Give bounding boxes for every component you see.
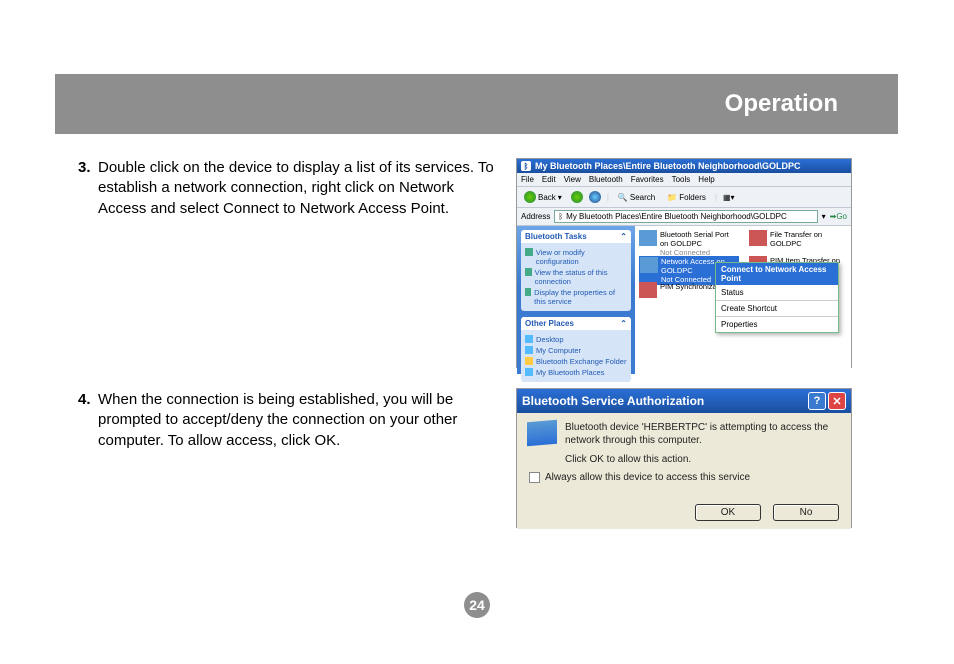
checkbox-label: Always allow this device to access this … — [545, 472, 750, 483]
collapse-icon: ⌃ — [620, 232, 627, 241]
search-icon: 🔍 — [618, 193, 628, 202]
ctx-status[interactable]: Status — [716, 285, 838, 300]
ok-button[interactable]: OK — [695, 504, 761, 521]
place-link[interactable]: My Computer — [525, 346, 627, 355]
laptop-icon — [527, 420, 557, 447]
address-label: Address — [521, 212, 550, 221]
context-menu: Connect to Network Access Point Status C… — [715, 262, 839, 333]
back-label: Back — [538, 193, 556, 202]
serial-icon — [639, 230, 657, 246]
other-places-heading[interactable]: Other Places ⌃ — [521, 317, 631, 330]
search-label: Search — [630, 193, 655, 202]
step-4: 4. When the connection is being establis… — [78, 390, 498, 451]
search-button[interactable]: 🔍 Search — [615, 192, 658, 203]
window-titlebar: ᛒ My Bluetooth Places\Entire Bluetooth N… — [517, 159, 851, 173]
folders-icon: 📁 — [667, 193, 677, 202]
toolbar: Back ▾ | 🔍 Search 📁 Folders | ▦▾ — [517, 187, 851, 208]
window-title: My Bluetooth Places\Entire Bluetooth Nei… — [535, 161, 801, 171]
ctx-properties[interactable]: Properties — [716, 317, 838, 332]
page-number: 24 — [464, 592, 490, 618]
dropdown-icon: ▾ — [558, 193, 562, 202]
help-button[interactable]: ? — [808, 392, 826, 410]
back-button[interactable]: Back ▾ — [521, 190, 565, 204]
pim-sync-icon — [639, 282, 657, 298]
network-icon — [640, 257, 658, 273]
ctx-connect-nap[interactable]: Connect to Network Access Point — [716, 263, 838, 285]
page-header: Operation — [55, 74, 898, 134]
checkbox-icon — [529, 472, 540, 483]
menu-edit[interactable]: Edit — [542, 175, 556, 184]
window-body: Bluetooth Tasks ⌃ View or modify configu… — [517, 226, 851, 374]
menu-bluetooth[interactable]: Bluetooth — [589, 175, 623, 184]
step-3: 3. Double click on the device to display… — [78, 158, 498, 219]
ctx-create-shortcut[interactable]: Create Shortcut — [716, 301, 838, 316]
step-3-text: Double click on the device to display a … — [98, 158, 498, 219]
bluetooth-tasks-pane: Bluetooth Tasks ⌃ View or modify configu… — [521, 230, 631, 311]
step-3-number: 3. — [78, 158, 98, 178]
file-icon — [749, 230, 767, 246]
place-link[interactable]: Desktop — [525, 335, 627, 344]
always-allow-checkbox[interactable]: Always allow this device to access this … — [529, 472, 841, 483]
menu-tools[interactable]: Tools — [672, 175, 691, 184]
menu-help[interactable]: Help — [698, 175, 714, 184]
dialog-titlebar: Bluetooth Service Authorization ? ✕ — [517, 389, 851, 413]
menu-favorites[interactable]: Favorites — [631, 175, 664, 184]
service-serial-port[interactable]: Bluetooth Serial Port on GOLDPCNot Conne… — [639, 230, 739, 257]
dialog-body: Bluetooth device 'HERBERTPC' is attempti… — [517, 413, 851, 529]
dialog-message-2: Click OK to allow this action. — [565, 453, 841, 466]
service-file-transfer[interactable]: File Transfer on GOLDPC — [749, 230, 849, 248]
menu-file[interactable]: File — [521, 175, 534, 184]
content-area: Bluetooth Serial Port on GOLDPCNot Conne… — [635, 226, 851, 374]
dialog-buttons: OK No — [695, 504, 839, 521]
folders-button[interactable]: 📁 Folders — [664, 192, 709, 203]
address-bar: Address ᛒ My Bluetooth Places\Entire Blu… — [517, 208, 851, 226]
no-button[interactable]: No — [773, 504, 839, 521]
dialog-title: Bluetooth Service Authorization — [522, 394, 704, 408]
bluetooth-tasks-heading[interactable]: Bluetooth Tasks ⌃ — [521, 230, 631, 243]
screenshot-bluetooth-places: ᛒ My Bluetooth Places\Entire Bluetooth N… — [516, 158, 852, 368]
step-4-text: When the connection is being established… — [98, 390, 498, 451]
task-link[interactable]: View or modify configuration — [525, 248, 627, 266]
window-buttons: ? ✕ — [808, 392, 846, 410]
menu-bar: File Edit View Bluetooth Favorites Tools… — [517, 173, 851, 187]
address-dropdown-icon[interactable]: ▾ — [822, 212, 826, 221]
task-link[interactable]: Display the properties of this service — [525, 288, 627, 306]
page-title: Operation — [725, 90, 838, 118]
go-button[interactable]: ➡Go — [830, 212, 847, 221]
bluetooth-icon: ᛒ — [521, 161, 531, 171]
back-icon — [524, 191, 536, 203]
separator: | — [715, 193, 717, 202]
task-link[interactable]: View the status of this connection — [525, 268, 627, 286]
collapse-icon: ⌃ — [620, 319, 627, 328]
forward-button[interactable] — [571, 191, 583, 203]
other-places-pane: Other Places ⌃ Desktop My Computer Bluet… — [521, 317, 631, 382]
screenshot-auth-dialog: Bluetooth Service Authorization ? ✕ Blue… — [516, 388, 852, 528]
address-input[interactable]: ᛒ My Bluetooth Places\Entire Bluetooth N… — [554, 210, 817, 223]
dialog-message-1: Bluetooth device 'HERBERTPC' is attempti… — [565, 421, 841, 447]
address-value: My Bluetooth Places\Entire Bluetooth Nei… — [566, 212, 787, 221]
views-button[interactable]: ▦▾ — [723, 193, 735, 202]
side-panel: Bluetooth Tasks ⌃ View or modify configu… — [517, 226, 635, 374]
bluetooth-icon: ᛒ — [558, 212, 563, 221]
menu-view[interactable]: View — [564, 175, 581, 184]
separator: | — [607, 193, 609, 202]
close-button[interactable]: ✕ — [828, 392, 846, 410]
folders-label: Folders — [679, 193, 706, 202]
step-4-number: 4. — [78, 390, 98, 410]
place-link[interactable]: Bluetooth Exchange Folder — [525, 357, 627, 366]
up-button[interactable] — [589, 191, 601, 203]
place-link[interactable]: My Bluetooth Places — [525, 368, 627, 377]
